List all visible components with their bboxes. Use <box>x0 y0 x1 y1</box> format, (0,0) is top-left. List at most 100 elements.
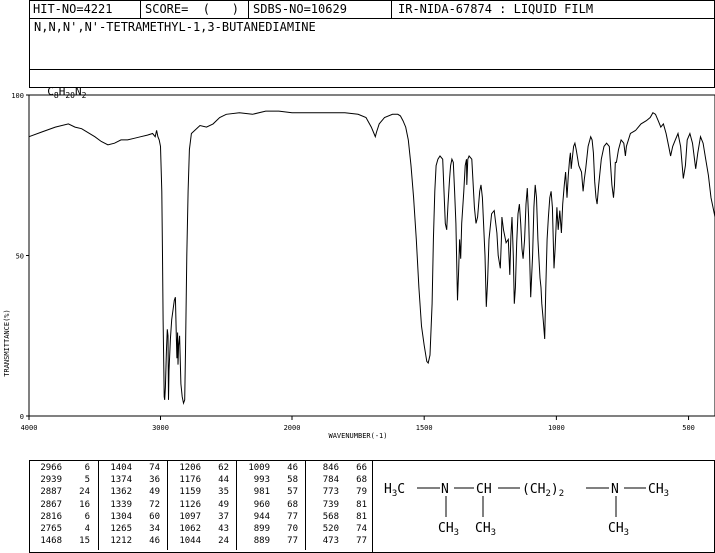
peak-transmittance: 60 <box>149 511 160 522</box>
peak-row: 1304 60 <box>99 511 167 523</box>
peak-row: 1062 43 <box>168 523 236 535</box>
peak-wavenumber: 1304 <box>110 511 132 522</box>
formula-divider <box>29 69 715 70</box>
peak-transmittance: 24 <box>218 536 229 547</box>
peak-transmittance: 4 <box>84 523 90 534</box>
peak-row: 2966 6 <box>29 462 98 474</box>
ch3-below-ch: CH3 <box>475 521 496 538</box>
peak-column: 1009 46 993 58 981 57 960 68 944 77 899 70 889 77 <box>236 460 305 550</box>
peak-transmittance: 24 <box>79 487 90 498</box>
peak-transmittance: 35 <box>218 487 229 498</box>
peak-transmittance: 6 <box>84 463 90 473</box>
peak-transmittance: 44 <box>218 475 229 486</box>
x-axis-label: WAVENUMBER(-1) <box>328 432 387 440</box>
ir-info: IR-NIDA-67874 : LIQUID FILM <box>398 2 594 16</box>
peak-wavenumber: 739 <box>322 499 339 510</box>
peak-row: 1009 46 <box>237 462 305 474</box>
peak-transmittance: 15 <box>79 536 90 547</box>
peak-list: 2966 6 2939 5 2887 24 2867 16 2816 6 2765 4 1468 15 14… <box>29 460 374 552</box>
peak-wavenumber: 1339 <box>110 499 132 510</box>
peak-wavenumber: 2966 <box>40 463 62 473</box>
peak-row: 784 68 <box>306 474 374 486</box>
peak-wavenumber: 846 <box>322 463 339 473</box>
y-axis-label: TRANSMITTANCE(%) <box>3 309 11 376</box>
peak-wavenumber: 944 <box>253 511 270 522</box>
header-divider <box>248 0 249 19</box>
peak-row: 1339 72 <box>99 499 167 511</box>
hit-no: HIT-NO=4221 <box>33 2 113 16</box>
peak-row: 981 57 <box>237 486 305 498</box>
peak-row: 1176 44 <box>168 474 236 486</box>
chemical-structure: H3C N CH (CH2)2 N CH3 CH3 CH3 CH3 <box>384 482 669 538</box>
peak-wavenumber: 1062 <box>179 523 201 534</box>
peak-wavenumber: 784 <box>322 475 339 486</box>
peak-row: 1212 46 <box>99 535 167 547</box>
peak-transmittance: 68 <box>356 475 367 486</box>
peak-transmittance: 49 <box>218 499 229 510</box>
peak-wavenumber: 773 <box>322 487 339 498</box>
peak-wavenumber: 1097 <box>179 511 201 522</box>
peak-wavenumber: 960 <box>253 499 270 510</box>
peak-transmittance: 37 <box>218 511 229 522</box>
ch3-right: CH3 <box>648 482 669 499</box>
peak-transmittance: 77 <box>287 536 298 547</box>
peak-row: 520 74 <box>306 523 374 535</box>
ch3-below-n: CH3 <box>438 521 459 538</box>
peak-row: 2765 4 <box>29 523 98 535</box>
peak-column: 1206 62 1176 44 1159 35 1126 49 1097 37 1062 43 1044… <box>167 460 236 550</box>
peak-row: 846 66 <box>306 462 374 474</box>
peak-row: 1468 15 <box>29 535 98 547</box>
peak-row: 960 68 <box>237 499 305 511</box>
ch2-chain: (CH2)2 <box>522 482 564 499</box>
peak-transmittance: 46 <box>149 536 160 547</box>
x-tick-label: 2000 <box>284 424 301 432</box>
peak-wavenumber: 1468 <box>40 536 62 547</box>
peak-transmittance: 43 <box>218 523 229 534</box>
peak-transmittance: 72 <box>149 499 160 510</box>
peak-wavenumber: 1212 <box>110 536 132 547</box>
peak-row: 739 81 <box>306 499 374 511</box>
peak-transmittance: 81 <box>356 511 367 522</box>
ch-group: CH <box>476 482 492 497</box>
peak-transmittance: 49 <box>149 487 160 498</box>
nitrogen-left: N <box>441 482 449 497</box>
h3c-group: H3C <box>384 482 405 499</box>
peak-wavenumber: 1374 <box>110 475 132 486</box>
peak-wavenumber: 2765 <box>40 523 62 534</box>
peak-transmittance: 74 <box>149 463 160 473</box>
peak-row: 568 81 <box>306 511 374 523</box>
peak-row: 1159 35 <box>168 486 236 498</box>
peak-transmittance: 79 <box>356 487 367 498</box>
score: SCORE= ( ) <box>145 2 239 16</box>
y-tick-label: 0 <box>20 413 24 421</box>
peak-transmittance: 77 <box>287 511 298 522</box>
x-tick-label: 3000 <box>152 424 169 432</box>
peak-row: 889 77 <box>237 535 305 547</box>
peak-wavenumber: 1009 <box>248 463 270 473</box>
compound-name: N,N,N',N'-TETRAMETHYL-1,3-BUTANEDIAMINE <box>34 20 316 34</box>
x-tick-label: 1500 <box>416 424 433 432</box>
ch3-below-nr: CH3 <box>608 521 629 538</box>
peak-transmittance: 6 <box>84 511 90 522</box>
y-tick-label: 100 <box>11 92 24 100</box>
peak-row: 1126 49 <box>168 499 236 511</box>
peak-wavenumber: 473 <box>322 536 339 547</box>
peak-transmittance: 66 <box>356 463 367 473</box>
peak-row: 993 58 <box>237 474 305 486</box>
peak-row: 2887 24 <box>29 486 98 498</box>
peak-wavenumber: 1176 <box>179 475 201 486</box>
peak-wavenumber: 1362 <box>110 487 132 498</box>
peak-transmittance: 81 <box>356 499 367 510</box>
peak-transmittance: 74 <box>356 523 367 534</box>
peak-wavenumber: 1044 <box>179 536 201 547</box>
peak-wavenumber: 2867 <box>40 499 62 510</box>
peak-wavenumber: 993 <box>253 475 270 486</box>
peak-row: 473 77 <box>306 535 374 547</box>
peak-wavenumber: 1265 <box>110 523 132 534</box>
peak-transmittance: 62 <box>218 463 229 473</box>
peak-row: 2867 16 <box>29 499 98 511</box>
peak-wavenumber: 1126 <box>179 499 201 510</box>
peak-transmittance: 77 <box>356 536 367 547</box>
peak-wavenumber: 520 <box>322 523 339 534</box>
peak-wavenumber: 2816 <box>40 511 62 522</box>
